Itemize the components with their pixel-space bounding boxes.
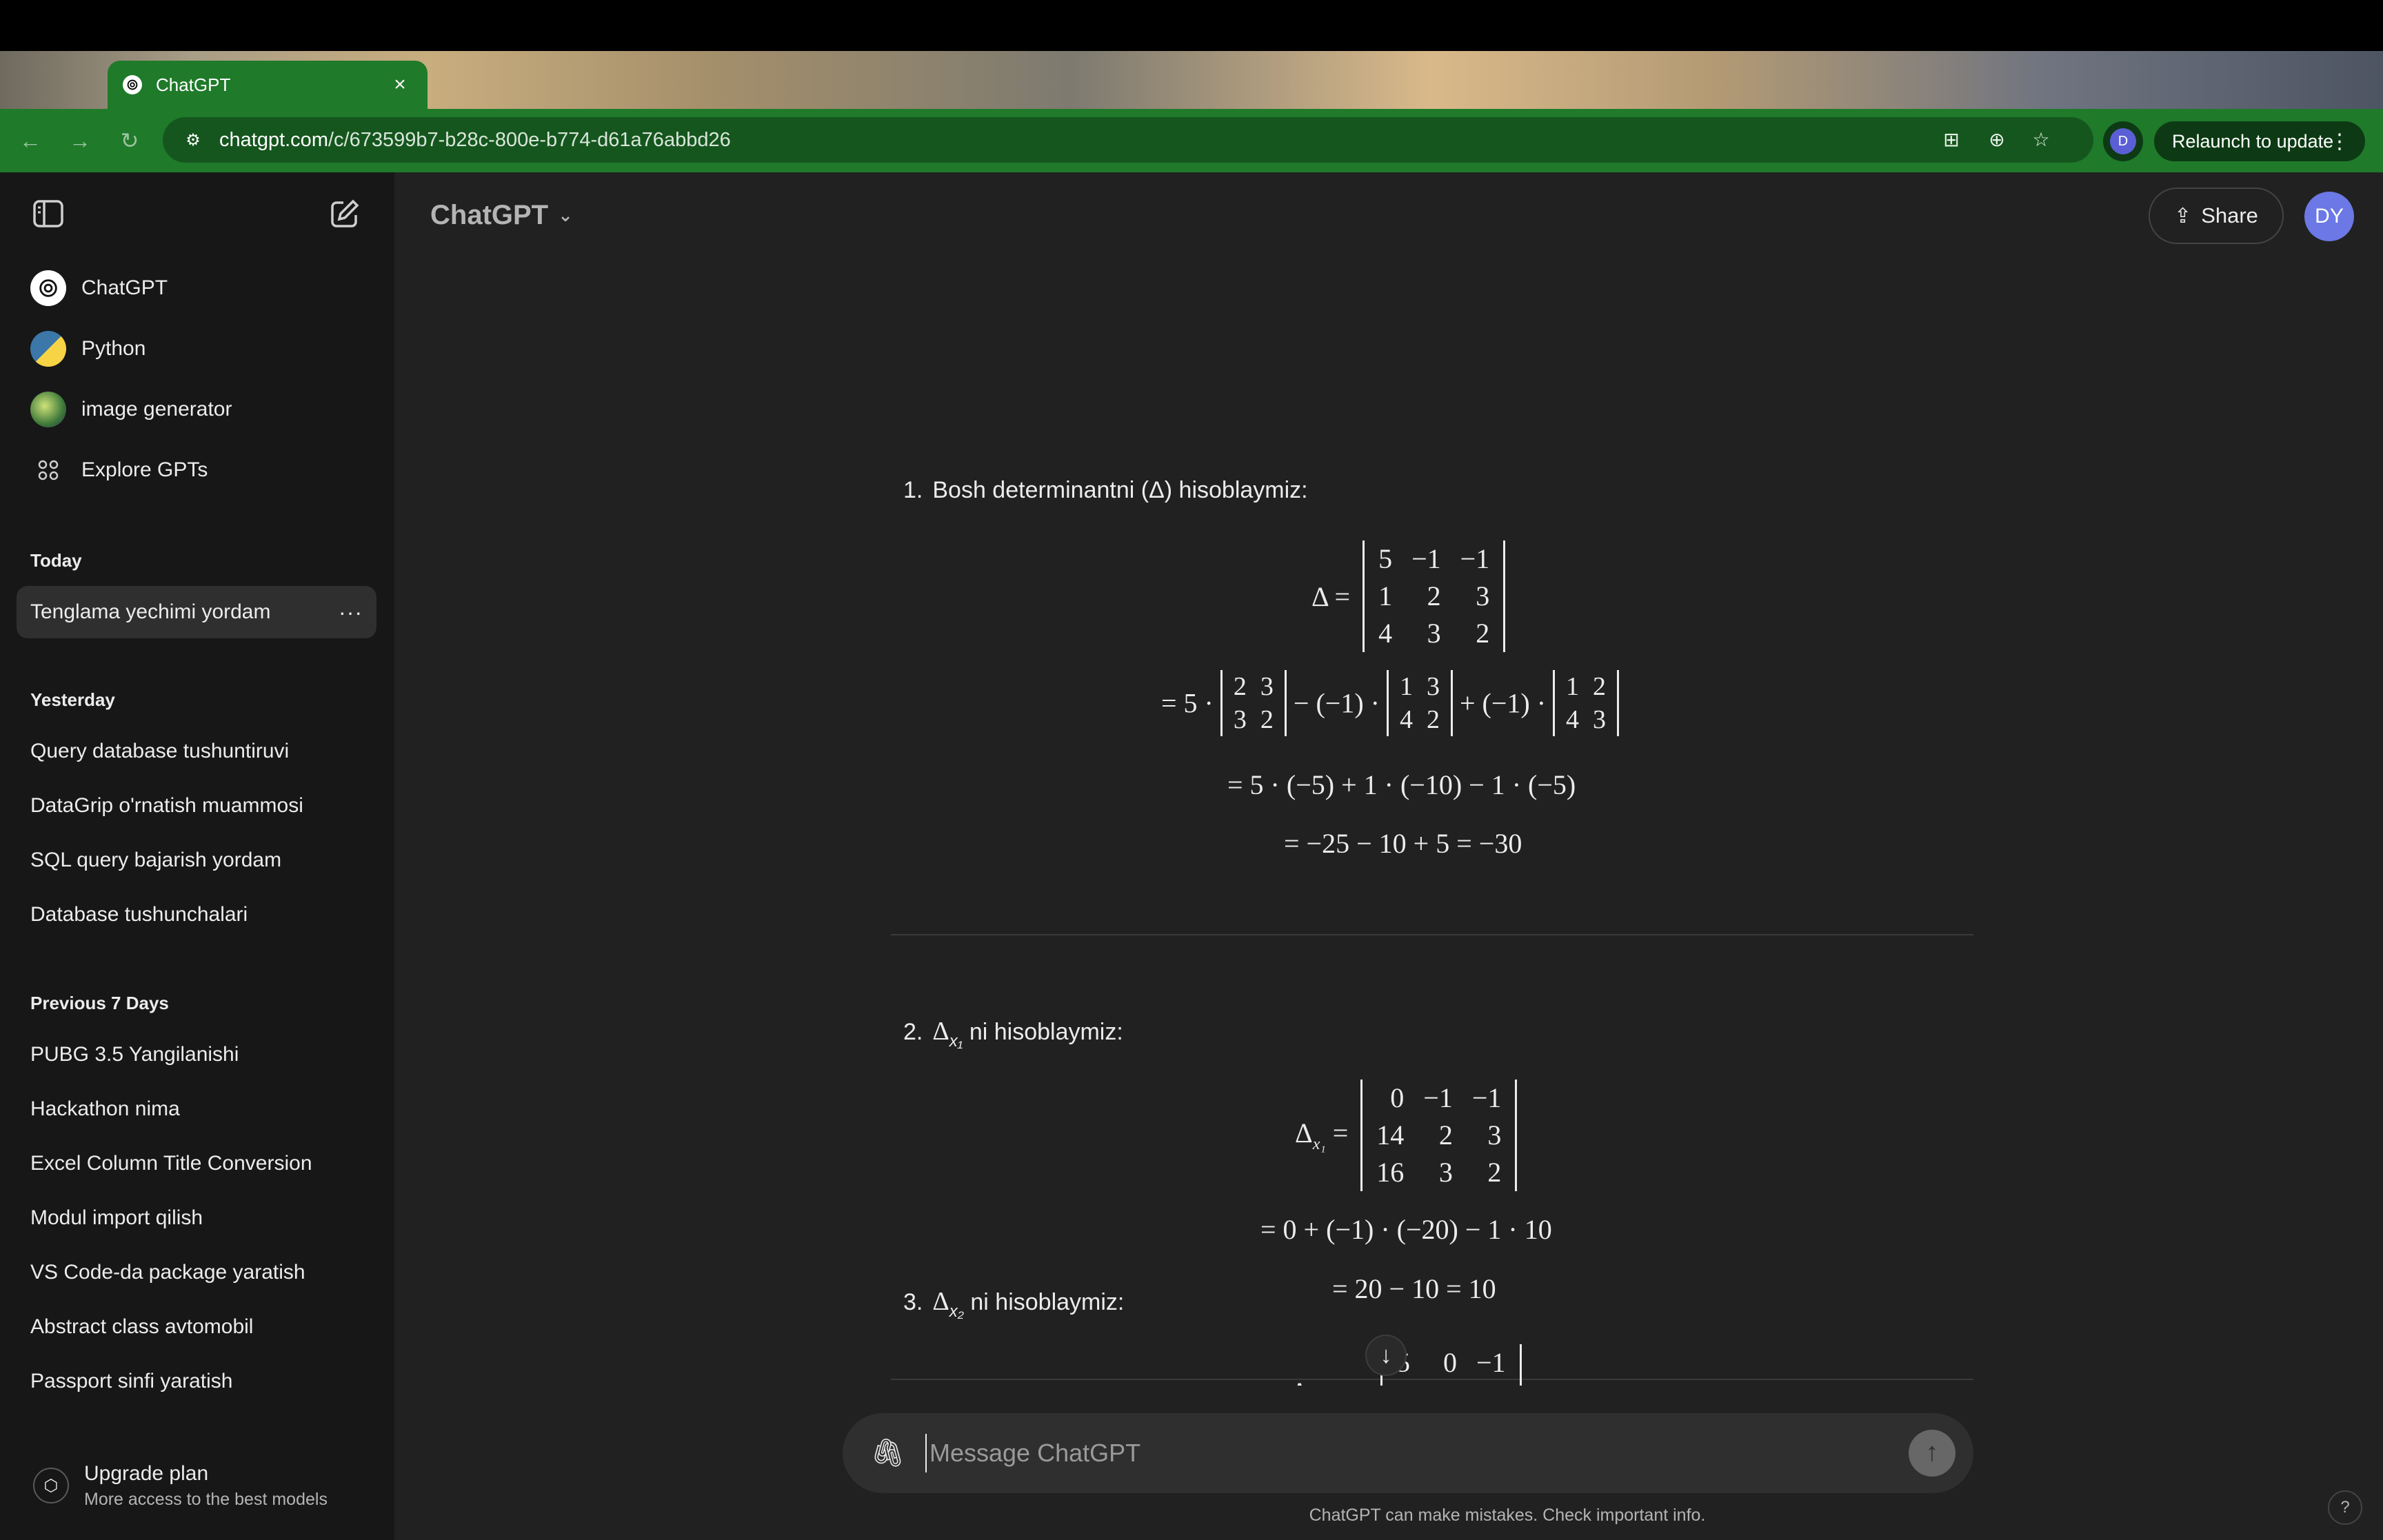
python-logo-icon xyxy=(30,331,66,367)
chat-item[interactable]: Hackathon nima xyxy=(17,1083,376,1135)
chat-item[interactable]: Modul import qilish xyxy=(17,1192,376,1244)
sidebar-gpt-python[interactable]: Python xyxy=(17,323,382,375)
paperclip-icon[interactable]: 🖇 xyxy=(870,1437,905,1469)
minor-3: 12 43 xyxy=(1553,670,1620,736)
user-avatar[interactable]: DY xyxy=(2304,192,2354,241)
main-determinant: 5 −1 −1 123 432 xyxy=(1363,540,1506,652)
bookmark-star-icon[interactable]: ☆ xyxy=(2027,126,2055,154)
chat-item[interactable]: Query database tushuntiruvi xyxy=(17,725,376,778)
new-chat-icon[interactable] xyxy=(327,196,363,232)
address-bar-row: ← → ↻ ⚙ chatgpt.com/c/673599b7-b28c-800e… xyxy=(0,109,2383,172)
chatgpt-app: ChatGPT Python image generator Explore G… xyxy=(0,172,2383,1540)
help-button[interactable]: ? xyxy=(2328,1490,2362,1525)
reload-icon[interactable]: ↻ xyxy=(113,124,146,157)
delta-main-equation: Δ = 5 −1 −1 123 432 xyxy=(1311,540,1506,652)
sidebar: ChatGPT Python image generator Explore G… xyxy=(0,172,394,1540)
chat-item[interactable]: SQL query bajarish yordam xyxy=(17,834,376,886)
translate-icon[interactable]: ⊞ xyxy=(1938,126,1965,154)
scroll-down-icon[interactable]: ↓ xyxy=(1365,1335,1407,1376)
minor-1: 23 32 xyxy=(1220,670,1287,736)
section-yesterday: Yesterday xyxy=(30,689,115,710)
tab-title: ChatGPT xyxy=(156,74,231,95)
chat-item[interactable]: VS Code-da package yaratish xyxy=(17,1246,376,1299)
chat-item[interactable]: Passport sinfi yaratish xyxy=(17,1355,376,1408)
tab-strip: ChatGPT × + ⌄ xyxy=(0,51,2383,149)
chat-options-icon[interactable]: ··· xyxy=(339,600,363,625)
upgrade-subtitle: More access to the best models xyxy=(84,1489,328,1509)
chat-item[interactable]: Excel Column Title Conversion xyxy=(17,1137,376,1190)
minor-2: 13 42 xyxy=(1386,670,1453,736)
sidebar-gpt-image-generator[interactable]: image generator xyxy=(17,383,382,436)
x1-determinant: 0 −1 −1 14 2 3 16 3 2 xyxy=(1360,1080,1518,1191)
relaunch-button[interactable]: Relaunch to update ⋮ xyxy=(2154,121,2365,161)
share-button[interactable]: ⇪ Share xyxy=(2149,188,2284,244)
chat-item-active[interactable]: Tenglama yechimi yordam ··· xyxy=(17,586,376,638)
grid-icon xyxy=(30,452,66,488)
zoom-icon[interactable]: ⊕ xyxy=(1983,126,2011,154)
step-2-heading: 2. Δx₁ ni hisoblaymiz: xyxy=(903,1017,1123,1051)
openai-logo-icon xyxy=(30,270,66,306)
chevron-down-icon: ⌄ xyxy=(558,205,573,225)
x1-result: = 20 − 10 = 10 xyxy=(1332,1273,1496,1304)
delta-result: = −25 − 10 + 5 = −30 xyxy=(1284,828,1522,859)
upgrade-title: Upgrade plan xyxy=(84,1461,209,1485)
x1-expansion: = 0 + (−1) · (−20) − 1 · 10 xyxy=(1260,1214,1552,1245)
omnibox[interactable]: ⚙ chatgpt.com/c/673599b7-b28c-800e-b774-… xyxy=(163,117,2093,163)
share-icon: ⇪ xyxy=(2174,204,2192,227)
sidebar-explore-gpts[interactable]: Explore GPTs xyxy=(17,444,382,496)
step-1-heading: 1. Bosh determinantni (Δ) hisoblaymiz: xyxy=(903,477,1308,503)
more-vert-icon[interactable]: ⋮ xyxy=(2329,130,2350,154)
sidebar-toggle-icon[interactable] xyxy=(30,196,66,232)
back-icon[interactable]: ← xyxy=(14,124,47,157)
delta-x1-equation: Δx₁ = 0 −1 −1 14 2 3 16 3 2 xyxy=(1295,1080,1518,1191)
expansion-evaluated: = 5 · (−5) + 1 · (−10) − 1 · (−5) xyxy=(1227,769,1576,800)
upgrade-plan-button[interactable]: ⬡ Upgrade plan More access to the best m… xyxy=(17,1449,382,1522)
disclaimer: ChatGPT can make mistakes. Check importa… xyxy=(1309,1506,1706,1525)
chat-item[interactable]: DataGrip o'rnatish muammosi xyxy=(17,780,376,832)
tab-close-icon[interactable]: × xyxy=(388,73,412,97)
message-input[interactable] xyxy=(925,1434,1863,1472)
browser-profile-button[interactable]: D xyxy=(2103,121,2143,161)
section-previous-7-days: Previous 7 Days xyxy=(30,993,169,1013)
browser-tab[interactable]: ChatGPT × xyxy=(108,61,428,109)
relaunch-label: Relaunch to update xyxy=(2172,130,2334,152)
openai-favicon-icon xyxy=(123,75,142,94)
chat-item[interactable]: Database tushunchalari xyxy=(17,889,376,941)
upgrade-icon: ⬡ xyxy=(33,1468,69,1503)
cofactor-expansion: = 5 · 23 32 − (−1) · 13 42 + (−1) · 12 4… xyxy=(1161,670,1620,736)
send-button[interactable]: ↑ xyxy=(1909,1430,1955,1477)
profile-avatar: D xyxy=(2110,128,2136,154)
site-info-icon[interactable]: ⚙ xyxy=(179,126,207,154)
chat-item[interactable]: Abstract class avtomobil xyxy=(17,1301,376,1353)
main-panel: ChatGPT ⌄ ⇪ Share DY 1. Bosh determinantni … xyxy=(394,172,2383,1540)
message-composer: 🖇 ↑ xyxy=(843,1413,1973,1493)
os-top-bar xyxy=(0,0,2383,51)
image-generator-icon xyxy=(30,392,66,427)
sidebar-gpt-chatgpt[interactable]: ChatGPT xyxy=(17,262,382,314)
conversation: 1. Bosh determinantni (Δ) hisoblaymiz: Δ … xyxy=(394,262,2383,1441)
step-3-heading: 3. Δx₂ ni hisoblaymiz: xyxy=(903,1287,1125,1321)
divider xyxy=(891,934,1973,935)
model-selector[interactable]: ChatGPT ⌄ xyxy=(430,200,573,231)
sidebar-fade xyxy=(0,1406,394,1448)
forward-icon[interactable]: → xyxy=(63,124,97,157)
section-today: Today xyxy=(30,550,82,571)
url-text[interactable]: chatgpt.com/c/673599b7-b28c-800e-b774-d6… xyxy=(219,129,731,152)
chat-item[interactable]: PUBG 3.5 Yangilanishi xyxy=(17,1029,376,1081)
